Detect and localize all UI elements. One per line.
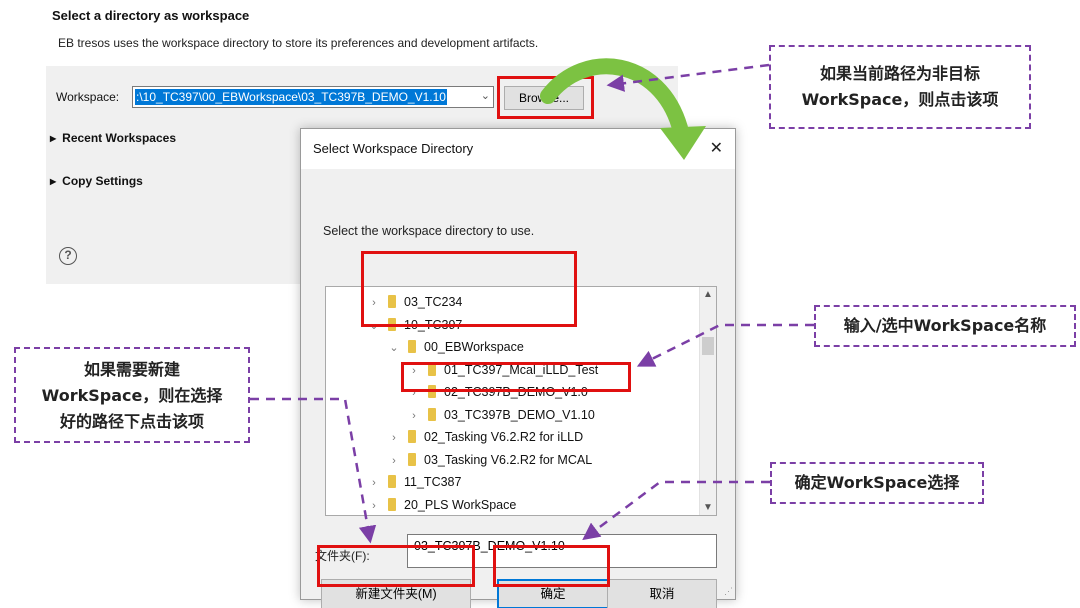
confirm-note-text: 确定WorkSpace选择 [794, 473, 960, 492]
confirm-note-callout: 确定WorkSpace选择 [770, 462, 984, 504]
new-folder-note-arrow [250, 397, 377, 544]
select-note-arrow [636, 323, 814, 367]
new-folder-note-line-3: 好的路径下点击该项 [59, 412, 204, 431]
new-folder-note-line-2: WorkSpace，则在选择 [41, 386, 223, 405]
new-folder-note-line-1: 如果需要新建 [83, 360, 180, 379]
browse-note-line-1: 如果当前路径为非目标 [819, 64, 980, 83]
new-folder-note-callout: 如果需要新建 WorkSpace，则在选择 好的路径下点击该项 [14, 347, 250, 443]
select-note-text: 输入/选中WorkSpace名称 [843, 316, 1047, 335]
green-curved-arrow [540, 58, 688, 136]
browse-note-line-2: WorkSpace，则点击该项 [801, 90, 999, 109]
select-note-callout: 输入/选中WorkSpace名称 [814, 305, 1076, 347]
green-arrow-head [660, 126, 706, 160]
confirm-note-arrow [582, 480, 770, 541]
browse-note-callout: 如果当前路径为非目标 WorkSpace，则点击该项 [769, 45, 1031, 129]
